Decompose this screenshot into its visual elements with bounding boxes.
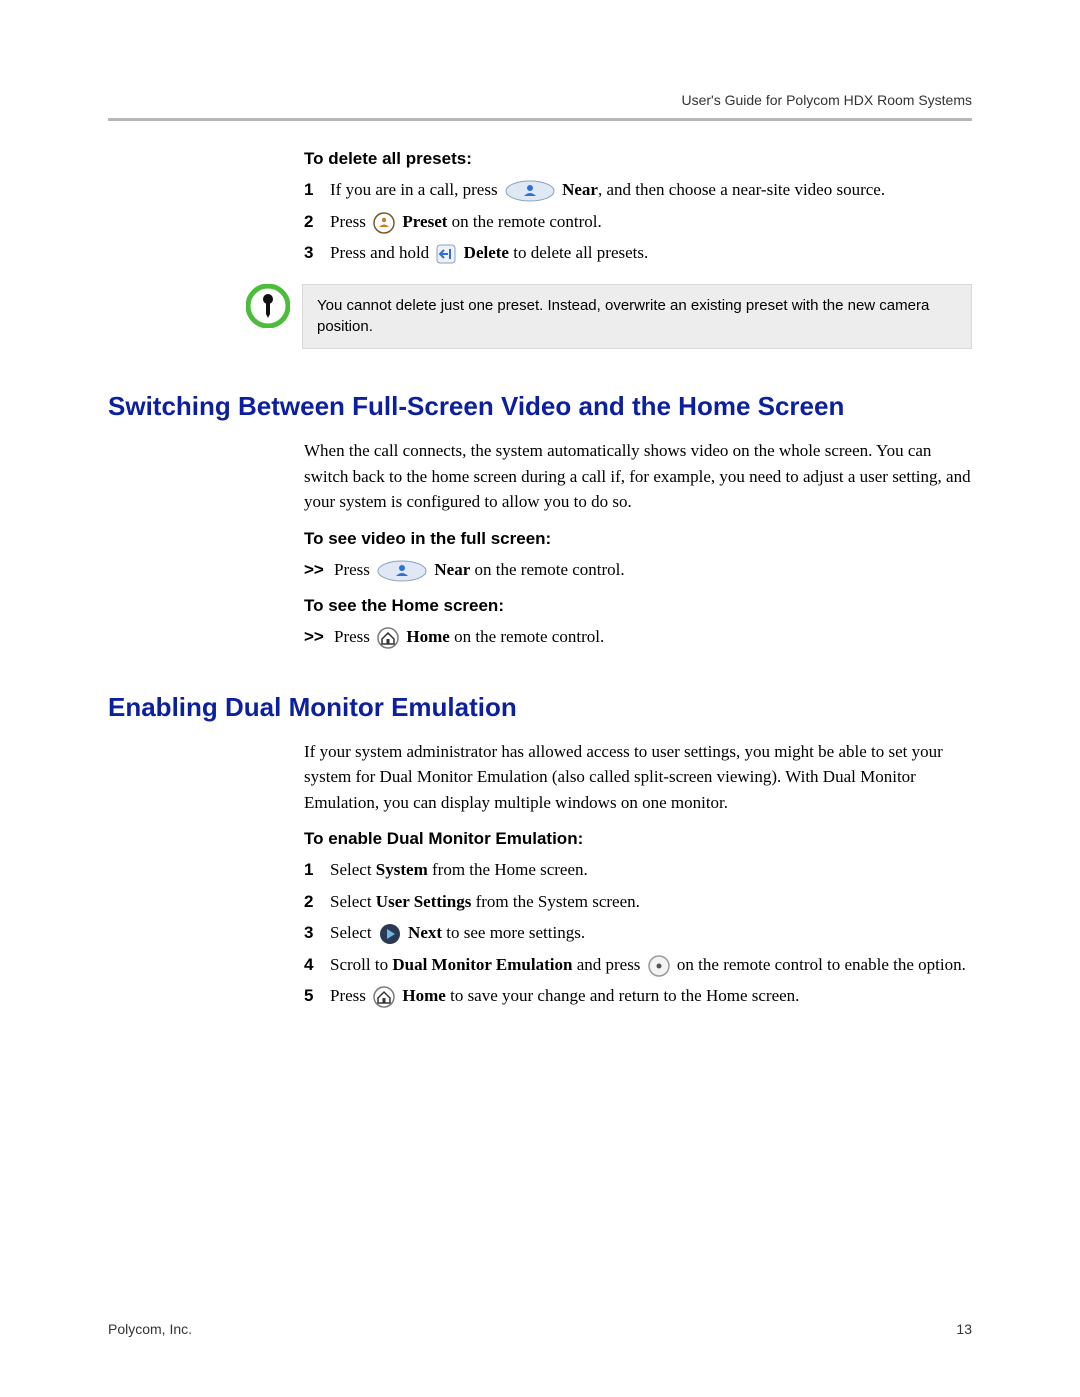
text: and press: [572, 955, 644, 974]
bold: User Settings: [376, 892, 472, 911]
section-delete-presets: To delete all presets: 1 If you are in a…: [304, 149, 972, 349]
proc-title-dual: To enable Dual Monitor Emulation:: [304, 829, 972, 849]
step-body: Press and hold Delete to delete all pres…: [330, 240, 972, 266]
text: Press: [330, 986, 370, 1005]
section-dual-body: If your system administrator has allowed…: [304, 739, 972, 1009]
step-body: Press Home to save your change and retur…: [330, 983, 972, 1009]
text: Press: [334, 560, 374, 579]
steps-homescreen: >> Press Home on the remote control.: [304, 624, 972, 650]
step: >> Press Near on the remote control.: [304, 557, 972, 583]
note-box: You cannot delete just one preset. Inste…: [302, 284, 972, 350]
step-number: 2: [304, 889, 330, 915]
heading-dual-monitor: Enabling Dual Monitor Emulation: [108, 692, 972, 723]
step-4: 4 Scroll to Dual Monitor Emulation and p…: [304, 952, 972, 978]
step-number: 3: [304, 240, 330, 266]
proc-title-fullscreen: To see video in the full screen:: [304, 529, 972, 549]
text: from the System screen.: [471, 892, 640, 911]
near-label: Near: [434, 560, 470, 579]
step-3: 3 Select Next to see more settings.: [304, 920, 972, 946]
footer-page-number: 13: [956, 1321, 972, 1337]
step-1: 1 If you are in a call, press Near, and …: [304, 177, 972, 203]
step: >> Press Home on the remote control.: [304, 624, 972, 650]
step-3: 3 Press and hold Delete to delete all pr…: [304, 240, 972, 266]
arrow-bullet: >>: [304, 624, 334, 650]
text: Select: [330, 892, 376, 911]
page: User's Guide for Polycom HDX Room System…: [0, 0, 1080, 1397]
text: Press: [330, 212, 370, 231]
bold: Dual Monitor Emulation: [392, 955, 572, 974]
step-body: Press Near on the remote control.: [334, 557, 972, 583]
select-dot-icon: [648, 955, 670, 977]
near-label: Near: [562, 180, 598, 199]
step-2: 2 Press Preset on the remote control.: [304, 209, 972, 235]
para: When the call connects, the system autom…: [304, 438, 972, 515]
text: to see more settings.: [442, 923, 585, 942]
arrow-bullet: >>: [304, 557, 334, 583]
text: If you are in a call, press: [330, 180, 502, 199]
header-rule: [108, 118, 972, 121]
step-body: Select User Settings from the System scr…: [330, 889, 972, 915]
steps-fullscreen: >> Press Near on the remote control.: [304, 557, 972, 583]
heading-switching: Switching Between Full-Screen Video and …: [108, 391, 972, 422]
proc-title-delete: To delete all presets:: [304, 149, 972, 169]
running-header: User's Guide for Polycom HDX Room System…: [108, 92, 972, 108]
text: Select: [330, 860, 376, 879]
step-body: Select System from the Home screen.: [330, 857, 972, 883]
delete-icon: [436, 244, 456, 264]
text: Press: [334, 627, 374, 646]
step-body: Press Home on the remote control.: [334, 624, 972, 650]
text: on the remote control.: [447, 212, 601, 231]
text: from the Home screen.: [428, 860, 588, 879]
proc-title-homescreen: To see the Home screen:: [304, 596, 972, 616]
text: on the remote control.: [450, 627, 604, 646]
text: , and then choose a near-site video sour…: [598, 180, 885, 199]
step-number: 5: [304, 983, 330, 1009]
near-icon: [505, 180, 555, 202]
pushpin-icon: [246, 284, 290, 328]
steps-dual: 1 Select System from the Home screen. 2 …: [304, 857, 972, 1009]
text: to delete all presets.: [509, 243, 648, 262]
note-row: You cannot delete just one preset. Inste…: [246, 284, 972, 350]
home-icon: [373, 986, 395, 1008]
step-body: Scroll to Dual Monitor Emulation and pre…: [330, 952, 972, 978]
text: on the remote control to enable the opti…: [677, 955, 966, 974]
section-switching-body: When the call connects, the system autom…: [304, 438, 972, 650]
preset-label: Preset: [402, 212, 447, 231]
next-label: Next: [408, 923, 442, 942]
step-number: 2: [304, 209, 330, 235]
step-body: Select Next to see more settings.: [330, 920, 972, 946]
step-number: 4: [304, 952, 330, 978]
step-number: 1: [304, 177, 330, 203]
next-icon: [379, 923, 401, 945]
delete-label: Delete: [464, 243, 509, 262]
preset-icon: [373, 212, 395, 234]
text: on the remote control.: [470, 560, 624, 579]
steps-delete: 1 If you are in a call, press Near, and …: [304, 177, 972, 266]
step-2: 2 Select User Settings from the System s…: [304, 889, 972, 915]
home-label: Home: [402, 986, 445, 1005]
step-1: 1 Select System from the Home screen.: [304, 857, 972, 883]
text: Scroll to: [330, 955, 392, 974]
home-label: Home: [406, 627, 449, 646]
step-number: 1: [304, 857, 330, 883]
bold: System: [376, 860, 428, 879]
text: Press and hold: [330, 243, 433, 262]
footer-company: Polycom, Inc.: [108, 1321, 192, 1337]
step-5: 5 Press Home to save your change and ret…: [304, 983, 972, 1009]
page-footer: Polycom, Inc. 13: [108, 1321, 972, 1337]
step-body: Press Preset on the remote control.: [330, 209, 972, 235]
step-number: 3: [304, 920, 330, 946]
para: If your system administrator has allowed…: [304, 739, 972, 816]
text: to save your change and return to the Ho…: [446, 986, 800, 1005]
step-body: If you are in a call, press Near, and th…: [330, 177, 972, 203]
text: Select: [330, 923, 376, 942]
home-icon: [377, 627, 399, 649]
near-icon: [377, 560, 427, 582]
